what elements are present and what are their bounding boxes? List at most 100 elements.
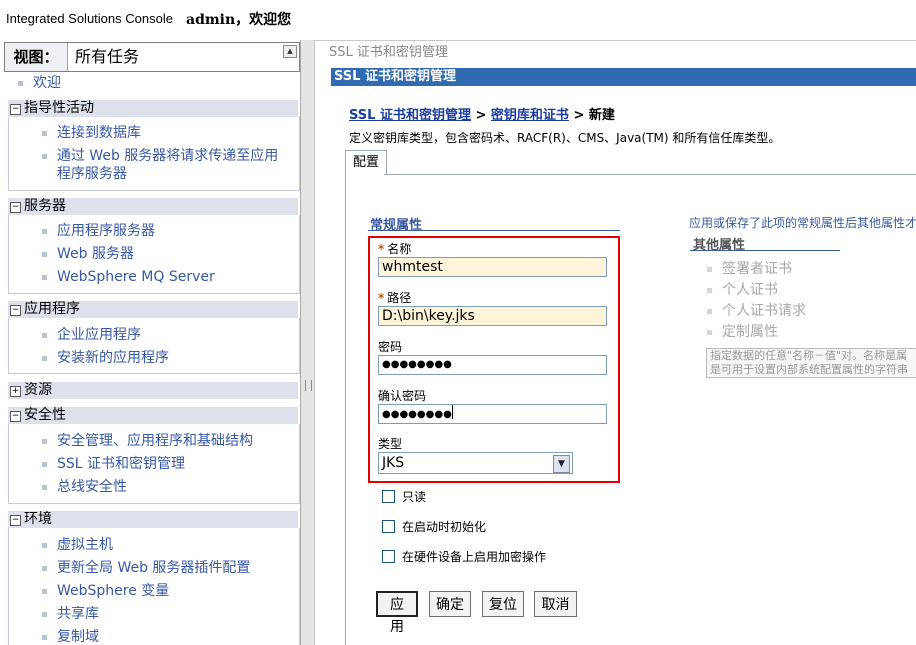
section-label[interactable]: 服务器 (24, 198, 66, 214)
checkbox-icon[interactable] (382, 490, 395, 503)
view-select-value[interactable]: 所有任务 (75, 43, 139, 71)
nav-item[interactable]: 通过 Web 服务器将请求传递至应用程序服务器 (42, 147, 292, 183)
checkbox-init-at-startup[interactable]: 在启动时初始化 (382, 518, 486, 535)
nav-link-label[interactable]: 复制域 (57, 629, 99, 645)
nav-link-label[interactable]: 应用程序服务器 (57, 223, 155, 239)
nav-link-label[interactable]: 安装新的应用程序 (57, 350, 169, 366)
view-selector[interactable]: 视图： 所有任务 ▲ (4, 42, 300, 72)
nav-link-label[interactable]: 总线安全性 (57, 479, 127, 495)
name-field[interactable]: whmtest (378, 257, 607, 277)
heading-underline (368, 230, 620, 231)
tooltip-line: 是可用于设置内部系统配置属性的字符串 (710, 363, 908, 376)
nav-link-label[interactable]: 通过 Web 服务器将请求传递至应用程序服务器 (57, 147, 292, 183)
section-label[interactable]: 应用程序 (24, 301, 80, 317)
breadcrumb-separator: > (573, 108, 585, 123)
nav-item[interactable]: 应用程序服务器 (42, 220, 215, 243)
nav-link-label[interactable]: Web 服务器 (57, 246, 134, 262)
nav-link-label[interactable]: 虚拟主机 (57, 537, 113, 553)
nav-section-security[interactable]: − 安全性 (8, 407, 298, 424)
page-title-bar: SSL 证书和密钥管理 (331, 68, 916, 86)
nav-link-label[interactable]: 安全管理、应用程序和基础结构 (57, 433, 253, 449)
tab-divider (384, 174, 916, 175)
pane-splitter[interactable] (301, 40, 315, 645)
navigation-tree: 视图： 所有任务 ▲ 欢迎 − 指导性活动 连接到数据库 通过 Web 服务器将请… (0, 40, 301, 645)
nav-item[interactable]: WebSphere 变量 (42, 580, 250, 603)
nav-item[interactable]: 更新全局 Web 服务器插件配置 (42, 557, 250, 580)
nav-link-label[interactable]: 欢迎 (33, 75, 61, 91)
collapse-icon[interactable]: − (10, 411, 21, 422)
path-field[interactable]: D:\bin\key.jks (378, 306, 607, 326)
nav-link-label[interactable]: 连接到数据库 (57, 125, 141, 141)
nav-link-label[interactable]: WebSphere 变量 (57, 583, 169, 599)
additional-item-label: 个人证书 (722, 282, 778, 298)
section-label[interactable]: 指导性活动 (24, 100, 94, 116)
nav-link-label[interactable]: 共享库 (57, 606, 99, 622)
reset-button[interactable]: 复位 (482, 591, 524, 617)
nav-section-environment[interactable]: − 环境 (8, 511, 298, 528)
name-label: * 名称 (378, 240, 411, 257)
nav-section-guided[interactable]: − 指导性活动 (8, 100, 298, 117)
collapse-icon[interactable]: − (10, 515, 21, 526)
nav-item[interactable]: SSL 证书和密钥管理 (42, 453, 253, 476)
tab-configuration[interactable]: 配置 (345, 150, 387, 175)
nav-item[interactable]: 安装新的应用程序 (42, 347, 169, 370)
nav-section-applications[interactable]: − 应用程序 (8, 301, 298, 318)
password-field[interactable]: ●●●●●●●● (378, 355, 607, 375)
checkbox-label: 只读 (402, 490, 427, 504)
text-cursor (451, 405, 453, 419)
additional-item-signer-certs: 签署者证书 (707, 258, 792, 278)
type-select-value: JKS (382, 455, 405, 471)
field-label: 名称 (387, 242, 412, 256)
nav-item[interactable]: 虚拟主机 (42, 534, 250, 557)
checkbox-icon[interactable] (382, 520, 395, 533)
section-label[interactable]: 安全性 (24, 407, 66, 423)
type-label: 类型 (378, 437, 403, 451)
section-label[interactable]: 资源 (24, 382, 52, 398)
bullet-icon (42, 333, 47, 338)
nav-link-label[interactable]: 企业应用程序 (57, 327, 141, 343)
nav-item[interactable]: 复制域 (42, 626, 250, 645)
nav-item[interactable]: 安全管理、应用程序和基础结构 (42, 430, 253, 453)
nav-section-servers[interactable]: − 服务器 (8, 198, 298, 215)
page-description: 定义密钥库类型，包含密码术、RACF(R)、CMS、Java(TM) 和所有信任… (349, 131, 781, 145)
chevron-down-icon[interactable]: ▲ (283, 45, 297, 58)
checkbox-icon[interactable] (382, 550, 395, 563)
nav-item[interactable]: 共享库 (42, 603, 250, 626)
heading-underline (690, 250, 840, 251)
expand-icon[interactable]: + (10, 386, 21, 397)
nav-item[interactable]: 企业应用程序 (42, 324, 169, 347)
bullet-icon (42, 252, 47, 257)
nav-link-label[interactable]: SSL 证书和密钥管理 (57, 456, 185, 472)
collapse-icon[interactable]: − (10, 202, 21, 213)
checkbox-hardware-crypto[interactable]: 在硬件设备上启用加密操作 (382, 548, 546, 565)
collapse-icon[interactable]: − (10, 305, 21, 316)
nav-item[interactable]: WebSphere MQ Server (42, 266, 215, 289)
apply-button[interactable]: 应用 (376, 591, 418, 635)
grip-icon[interactable] (305, 380, 312, 391)
additional-item-custom-props: 定制属性 (707, 321, 778, 341)
collapse-icon[interactable]: − (10, 104, 21, 115)
field-label: 路径 (387, 291, 412, 305)
checkbox-label: 在硬件设备上启用加密操作 (402, 550, 547, 564)
nav-item[interactable]: 连接到数据库 (42, 122, 292, 145)
nav-link-label[interactable]: WebSphere MQ Server (57, 269, 215, 285)
nav-section-resources[interactable]: + 资源 (8, 382, 298, 399)
cancel-button[interactable]: 取消 (534, 591, 577, 617)
required-icon: * (378, 291, 385, 305)
additional-item-personal-certs: 个人证书 (707, 279, 778, 299)
nav-link-label[interactable]: 更新全局 Web 服务器插件配置 (57, 560, 250, 576)
section-label[interactable]: 环境 (24, 511, 52, 527)
nav-item-welcome[interactable]: 欢迎 (18, 72, 61, 95)
nav-item[interactable]: Web 服务器 (42, 243, 215, 266)
panel-border (345, 174, 346, 645)
breadcrumb-link-ssl[interactable]: SSL 证书和密钥管理 (349, 108, 471, 123)
breadcrumb-link-keystores[interactable]: 密钥库和证书 (491, 108, 569, 123)
confirm-password-field[interactable]: ●●●●●●●● (378, 404, 607, 424)
page-crumb: SSL 证书和密钥管理 (329, 45, 448, 60)
nav-item[interactable]: 总线安全性 (42, 476, 253, 499)
type-select[interactable]: JKS ▼ (378, 452, 573, 474)
ok-button[interactable]: 确定 (429, 591, 471, 617)
breadcrumb-current: 新建 (588, 108, 615, 123)
chevron-down-icon[interactable]: ▼ (553, 455, 570, 473)
checkbox-read-only[interactable]: 只读 (382, 488, 426, 505)
